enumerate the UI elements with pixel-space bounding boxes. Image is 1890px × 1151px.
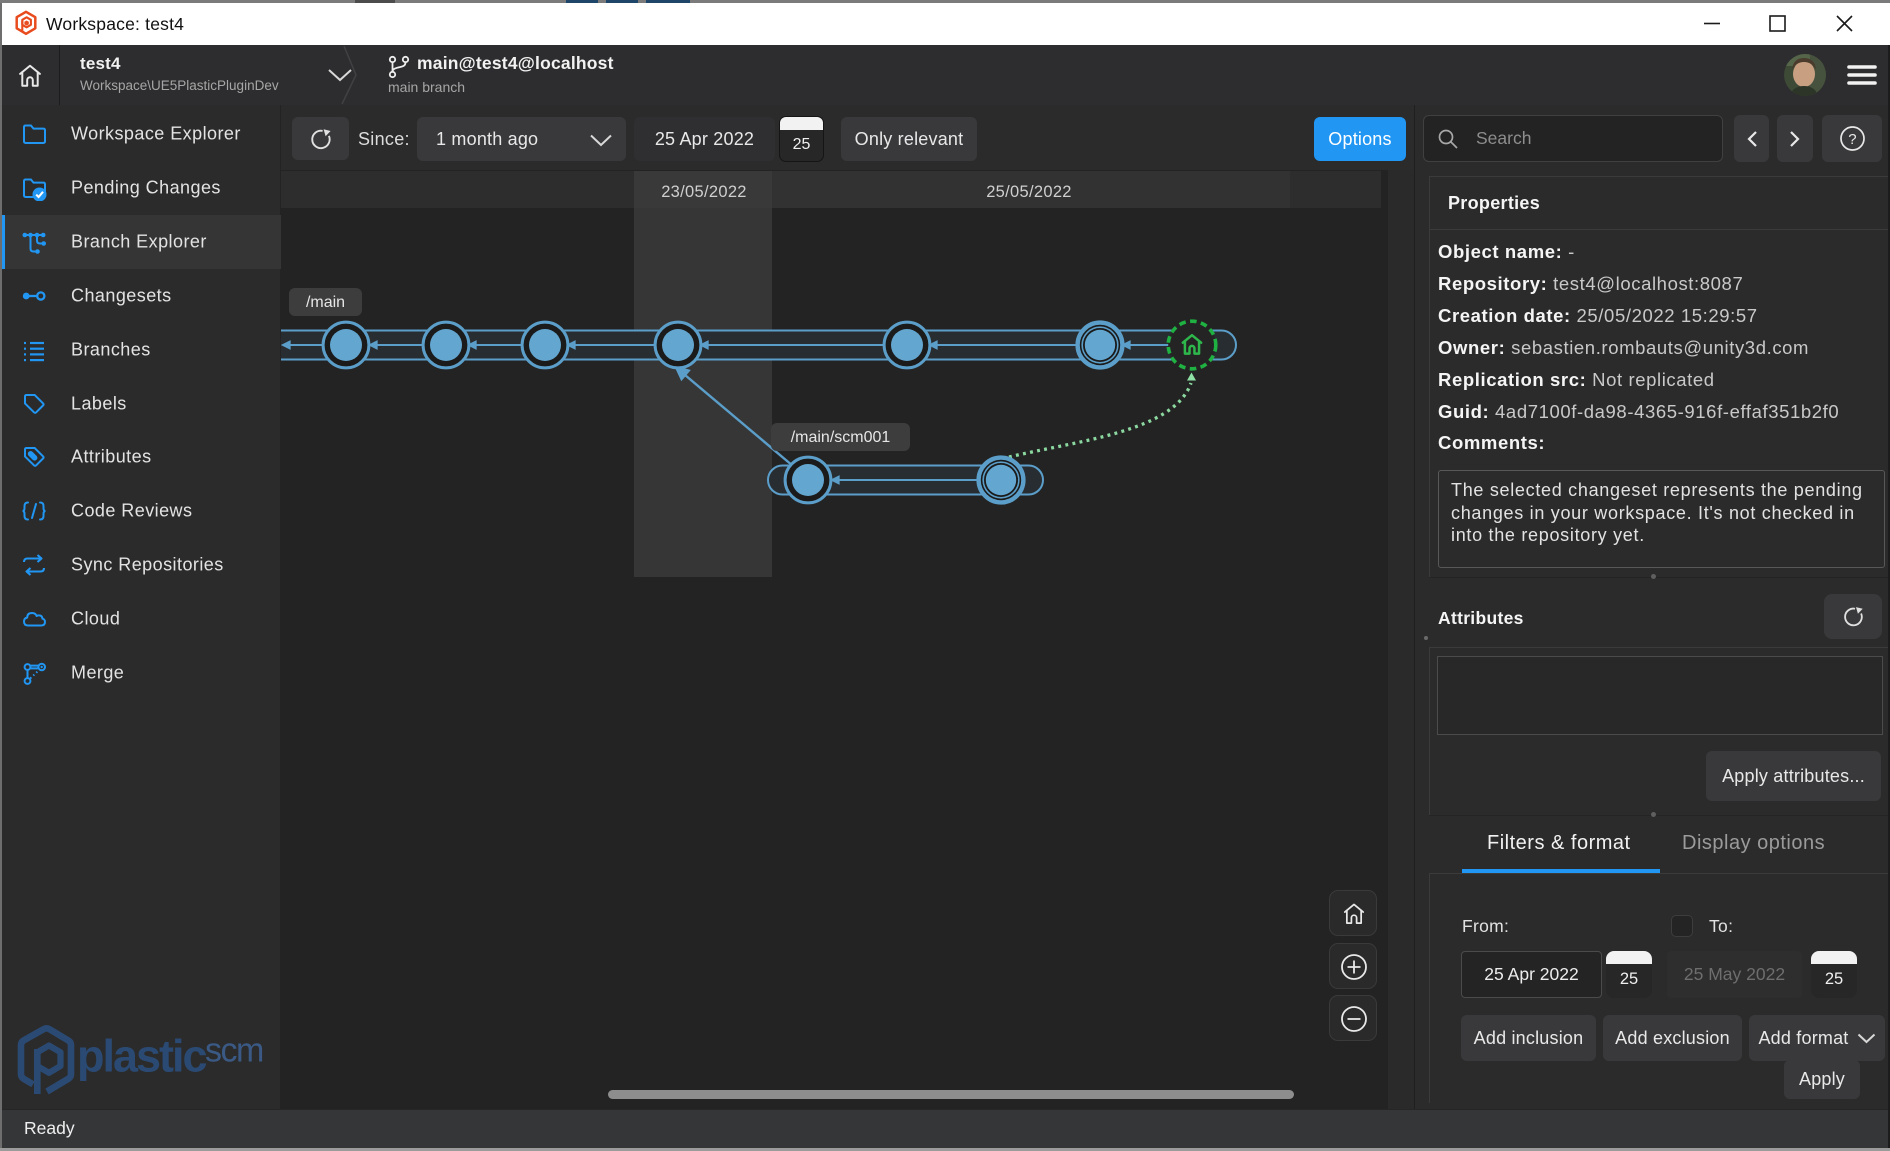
svg-text:scm: scm	[205, 1032, 263, 1070]
svg-text:/main: /main	[306, 294, 345, 311]
svg-text:?: ?	[1848, 131, 1857, 148]
svg-text:plastic: plastic	[77, 1031, 207, 1082]
svg-text:25/05/2022: 25/05/2022	[986, 183, 1072, 201]
svg-text:23/05/2022: 23/05/2022	[661, 183, 747, 201]
svg-text:/main/scm001: /main/scm001	[791, 429, 891, 446]
